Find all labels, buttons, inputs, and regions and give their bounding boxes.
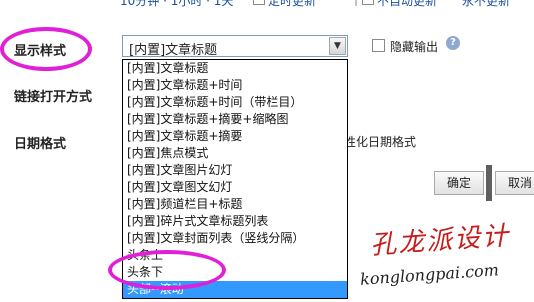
help-icon[interactable]: ? bbox=[446, 36, 460, 50]
confirm-button[interactable]: 确定 bbox=[434, 171, 484, 195]
timed-update-label: 定时更新 bbox=[268, 0, 317, 8]
dropdown-option[interactable]: [内置]焦点模式 bbox=[123, 145, 347, 162]
hide-output-label: 隐藏输出 bbox=[390, 40, 439, 54]
no-auto-update-link[interactable]: 不自动更新 bbox=[377, 0, 437, 9]
display-style-selected-value: [内置]文章标题 bbox=[129, 43, 218, 58]
no-auto-update-checkbox[interactable] bbox=[362, 0, 374, 5]
dropdown-option[interactable]: [内置]文章标题+时间 bbox=[123, 77, 347, 94]
cancel-button[interactable]: 取消 bbox=[495, 171, 534, 195]
date-format-label: 日期格式 bbox=[14, 137, 67, 152]
display-style-select[interactable]: [内置]文章标题 ▼ bbox=[122, 35, 348, 58]
separator: | bbox=[354, 0, 358, 6]
hide-output-checkbox[interactable] bbox=[372, 39, 385, 52]
dropdown-option[interactable]: [内置]文章图片幻灯 bbox=[123, 162, 347, 179]
chevron-down-icon[interactable]: ▼ bbox=[329, 37, 346, 55]
dropdown-option[interactable]: [内置]碎片式文章标题列表 bbox=[123, 213, 347, 230]
dropdown-option[interactable]: [内置]文章标题 bbox=[123, 60, 347, 77]
dropdown-option[interactable]: [内置]文章封面列表（竖线分隔） bbox=[123, 230, 347, 247]
annotation-circle-display-style bbox=[0, 27, 92, 71]
dropdown-option[interactable]: [内置]文章图文幻灯 bbox=[123, 179, 347, 196]
button-divider bbox=[486, 165, 492, 201]
link-open-mode-label: 链接打开方式 bbox=[14, 90, 93, 105]
update-interval-links[interactable]: 10分钟 · 1小时 · 1天 bbox=[120, 0, 233, 9]
never-update-link[interactable]: 永不更新 bbox=[462, 0, 510, 9]
dropdown-option[interactable]: [内置]文章标题+摘要 bbox=[123, 128, 347, 145]
dropdown-option[interactable]: [内置]文章标题+时间（带栏目） bbox=[123, 94, 347, 111]
custom-date-format-label: 性化日期格式 bbox=[344, 135, 417, 149]
watermark-url: konglongpai.com bbox=[359, 260, 500, 289]
watermark-chinese: 孔龙派设计 bbox=[369, 221, 512, 261]
dropdown-option[interactable]: [内置]频道栏目+标题 bbox=[123, 196, 347, 213]
dropdown-option[interactable]: [内置]文章标题+摘要+缩略图 bbox=[123, 111, 347, 128]
timed-update-checkbox[interactable] bbox=[253, 0, 265, 5]
update-frequency-row: 10分钟 · 1小时 · 1天 定时更新 | 不自动更新 永不更新 bbox=[0, 0, 534, 8]
annotation-circle-selected-option bbox=[108, 250, 226, 290]
